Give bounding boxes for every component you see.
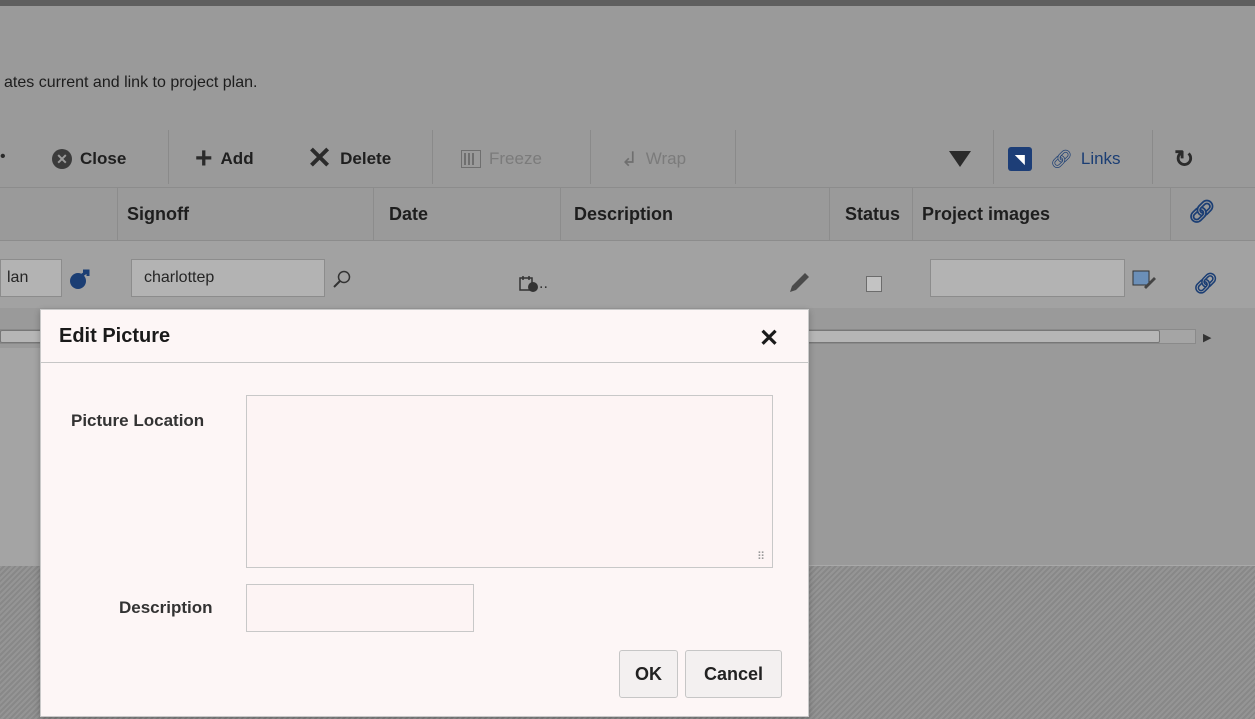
toolbar-divider bbox=[168, 130, 169, 184]
overflow-indicator: • bbox=[0, 148, 6, 165]
plan-cell-input[interactable]: lan bbox=[0, 259, 62, 297]
link-chain-icon: 🔗︎ bbox=[1050, 148, 1073, 169]
grid-line bbox=[560, 188, 561, 240]
add-button[interactable]: + Add bbox=[195, 144, 254, 174]
wrap-button[interactable]: ↲ Wrap bbox=[621, 144, 686, 174]
links-button-label: Links bbox=[1080, 149, 1121, 168]
scroll-right-arrow-icon[interactable]: ▶ bbox=[1203, 331, 1211, 344]
table-body-left bbox=[0, 348, 42, 566]
picture-location-field[interactable] bbox=[246, 395, 773, 568]
delete-x-icon: ✕ bbox=[307, 142, 333, 175]
column-header-date[interactable]: Date bbox=[381, 188, 561, 240]
column-header-signoff[interactable]: Signoff bbox=[119, 188, 371, 240]
links-button[interactable]: 🔗︎ Links bbox=[1050, 144, 1121, 174]
plus-icon: + bbox=[195, 142, 213, 175]
freeze-button-label: Freeze bbox=[489, 149, 542, 168]
wrap-button-label: Wrap bbox=[645, 149, 687, 168]
edit-picture-icon[interactable] bbox=[1132, 269, 1156, 291]
resize-grip-icon[interactable]: ⠿ bbox=[757, 550, 765, 563]
status-checkbox[interactable] bbox=[866, 276, 882, 292]
signoff-input[interactable]: charlottep bbox=[131, 259, 325, 297]
edit-picture-dialog: Edit Picture ✕ Picture Location ⠿ Descri… bbox=[40, 309, 809, 717]
picture-location-label: Picture Location bbox=[71, 411, 205, 430]
column-header-status[interactable]: Status bbox=[837, 188, 917, 240]
edit-pencil-icon[interactable] bbox=[786, 270, 812, 296]
table-toolbar: • ✕ Close + Add ✕ Delete Freeze ↲ Wrap ◥… bbox=[0, 128, 1255, 188]
row-link-icon[interactable]: 🔗︎ bbox=[1193, 271, 1218, 296]
grid-line bbox=[912, 188, 913, 240]
toolbar-divider bbox=[590, 130, 591, 184]
rss-button[interactable]: ◥ bbox=[1008, 144, 1032, 174]
dialog-close-icon[interactable]: ✕ bbox=[759, 324, 779, 353]
ok-button[interactable]: OK bbox=[619, 650, 678, 698]
refresh-icon: ↻ bbox=[1174, 145, 1195, 173]
grid-line bbox=[373, 188, 374, 240]
add-button-label: Add bbox=[220, 149, 254, 168]
close-button[interactable]: ✕ Close bbox=[52, 144, 126, 174]
table-header: Signoff Date Description Status Project … bbox=[0, 188, 1255, 240]
toolbar-divider bbox=[993, 130, 994, 184]
filter-button[interactable] bbox=[949, 144, 971, 174]
date-picker-icon[interactable]: .. bbox=[519, 275, 548, 293]
project-images-input[interactable] bbox=[930, 259, 1125, 297]
rss-feed-icon: ◥ bbox=[1008, 147, 1032, 171]
search-icon[interactable] bbox=[333, 270, 351, 288]
column-header-description[interactable]: Description bbox=[566, 188, 828, 240]
filter-funnel-icon bbox=[949, 151, 971, 167]
go-to-plan-icon[interactable] bbox=[68, 268, 92, 290]
wrap-arrow-icon: ↲ bbox=[621, 148, 638, 171]
refresh-button[interactable]: ↻ bbox=[1174, 144, 1194, 174]
close-circle-icon: ✕ bbox=[52, 149, 72, 169]
freeze-button[interactable]: Freeze bbox=[461, 144, 542, 174]
description-label: Description bbox=[119, 598, 213, 617]
dialog-divider bbox=[41, 362, 808, 363]
instructions-text: ates current and link to project plan. bbox=[4, 74, 258, 91]
page: ates current and link to project plan. •… bbox=[0, 0, 1255, 719]
dialog-title: Edit Picture bbox=[59, 325, 171, 347]
freeze-columns-icon bbox=[461, 150, 481, 168]
toolbar-divider bbox=[735, 130, 736, 184]
delete-button-label: Delete bbox=[340, 149, 392, 168]
column-header-project-images[interactable]: Project images bbox=[914, 188, 1164, 240]
toolbar-divider bbox=[432, 130, 433, 184]
grid-line bbox=[1170, 188, 1171, 240]
description-field[interactable] bbox=[246, 584, 474, 632]
link-column-header-icon[interactable]: 🔗︎ bbox=[1188, 199, 1216, 225]
close-button-label: Close bbox=[80, 149, 127, 168]
delete-button[interactable]: ✕ Delete bbox=[307, 144, 391, 174]
cancel-button[interactable]: Cancel bbox=[685, 650, 782, 698]
toolbar-divider bbox=[1152, 130, 1153, 184]
grid-line bbox=[829, 188, 830, 240]
grid-line bbox=[117, 188, 118, 240]
